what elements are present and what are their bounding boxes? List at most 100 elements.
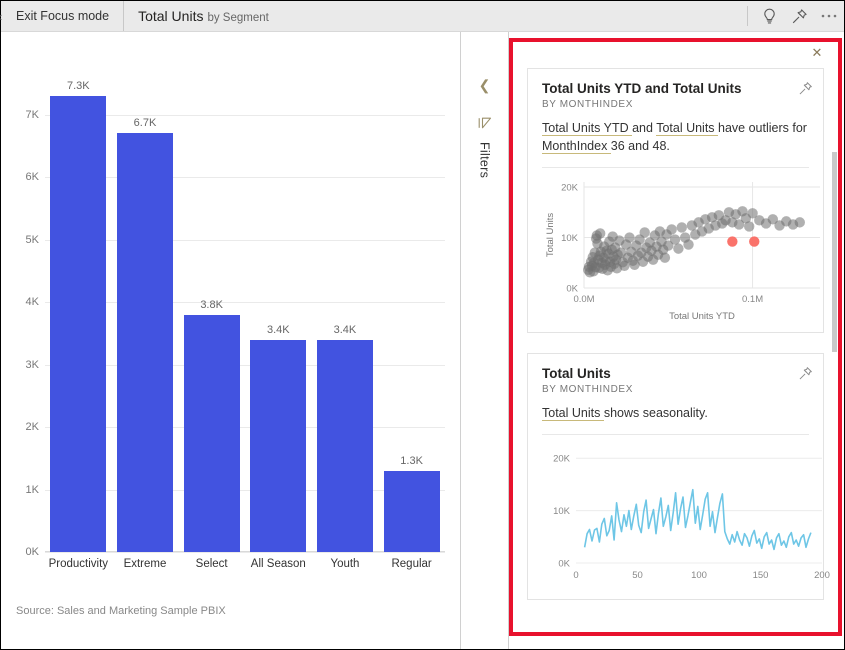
insights-panel-content: ✕ Total Units YTD and Total Units BY MON… — [513, 42, 838, 632]
pin-icon[interactable] — [784, 1, 814, 32]
insights-panel: ✕ Total Units YTD and Total Units BY MON… — [509, 38, 842, 636]
y-axis-tick-label: 5K — [25, 233, 39, 246]
pin-icon[interactable] — [798, 366, 813, 386]
insight-field-link[interactable]: MonthIndex — [542, 139, 611, 155]
filter-icon[interactable] — [478, 116, 492, 134]
x-axis-tick-label: All Season — [250, 558, 306, 570]
bar[interactable] — [383, 470, 440, 552]
scatter-point[interactable] — [639, 227, 650, 238]
bar-chart-plot-area: 0K 1K 2K 3K 4K 5K 6K 7K 7.3K 6.7K 3.8K 3.4K 3.4K 1.3K — [26, 77, 445, 558]
chevron-left-icon[interactable]: ‹ — [0, 9, 8, 24]
bar-series: 7.3K 6.7K 3.8K 3.4K 3.4K 1.3K — [45, 77, 445, 552]
bar-column[interactable]: 6.7K — [115, 77, 175, 552]
scatter-point[interactable] — [594, 228, 606, 239]
bar-value-label: 3.4K — [333, 323, 357, 336]
insight-text: and — [632, 121, 657, 135]
scatter-point[interactable] — [794, 217, 805, 228]
filters-pane-collapsed[interactable]: ❮ Filters — [461, 32, 509, 649]
line-chart-svg: 0K 10K 20K 0 50 100 150 200 — [553, 454, 830, 581]
scatter-point[interactable] — [727, 236, 738, 248]
insight-card[interactable]: Total Units YTD and Total Units BY MONTH… — [527, 68, 824, 334]
line-series[interactable] — [583, 489, 812, 551]
insight-subtitle: BY MONTHINDEX — [542, 384, 633, 396]
svg-text:0.0M: 0.0M — [573, 294, 594, 305]
svg-text:10K: 10K — [553, 506, 571, 517]
pin-icon[interactable] — [798, 81, 813, 101]
svg-text:0.1M: 0.1M — [742, 294, 763, 305]
exit-focus-mode-button[interactable]: Exit Focus mode — [8, 9, 123, 23]
svg-text:20K: 20K — [553, 454, 571, 465]
insight-description: Total Units shows seasonality. — [542, 404, 809, 422]
scatter-point[interactable] — [683, 239, 694, 251]
x-axis-tick-label: Select — [195, 558, 228, 570]
scatter-point[interactable] — [673, 243, 684, 255]
svg-text:0K: 0K — [566, 284, 578, 295]
bar-column[interactable]: 3.8K — [182, 77, 242, 552]
y-axis-tick-label: 0K — [25, 546, 39, 558]
svg-text:Total Units YTD: Total Units YTD — [669, 311, 735, 322]
scatter-point[interactable] — [666, 224, 677, 235]
source-note: Source: Sales and Marketing Sample PBIX — [16, 605, 226, 617]
toolbar-divider-right — [747, 6, 748, 26]
visual-title-suffix: by Segment — [207, 12, 269, 24]
bar[interactable] — [116, 133, 173, 552]
y-axis-tick-label: 2K — [25, 421, 39, 433]
insights-scrollbar[interactable] — [832, 152, 837, 352]
insight-title: Total Units — [542, 366, 611, 382]
scatter-point[interactable] — [744, 221, 755, 232]
scatter-point[interactable] — [669, 234, 681, 245]
y-axis-tick-label: 6K — [25, 171, 39, 183]
bar-value-label: 1.3K — [400, 454, 423, 467]
svg-text:10K: 10K — [561, 233, 579, 244]
scatter-point[interactable] — [659, 252, 671, 264]
bar-column[interactable]: 7.3K — [48, 77, 108, 552]
insight-field-link[interactable]: Total Units — [542, 406, 604, 422]
insight-description: Total Units YTD and Total Units have out… — [542, 119, 809, 155]
insight-field-link[interactable]: Total Units YTD — [542, 121, 633, 136]
scatter-point[interactable] — [624, 232, 635, 243]
x-axis-tick-label: Regular — [391, 558, 432, 570]
main-visual-pane: 0K 1K 2K 3K 4K 5K 6K 7K 7.3K 6.7K 3.8K 3.4K 3.4K 1.3K… — [1, 32, 461, 649]
bar-chart[interactable]: 0K 1K 2K 3K 4K 5K 6K 7K 7.3K 6.7K 3.8K 3.4K 3.4K 1.3K… — [1, 32, 460, 582]
focus-mode-window: ‹ Exit Focus mode Total Unitsby Segment — [0, 0, 845, 650]
card-divider — [542, 167, 809, 169]
svg-text:200: 200 — [814, 570, 830, 581]
insight-field-link[interactable]: Total Units — [656, 121, 719, 136]
bar-value-label: 7.3K — [67, 79, 90, 92]
bar-value-label: 3.8K — [200, 298, 223, 311]
y-axis-tick-label: 4K — [25, 296, 39, 308]
bar-column[interactable]: 3.4K — [315, 77, 375, 552]
y-axis-tick-label: 3K — [25, 358, 39, 371]
bar[interactable] — [250, 339, 307, 552]
line-chart[interactable]: 0K 10K 20K 0 50 100 150 200 — [542, 439, 830, 589]
x-axis-tick-label: Productivity — [48, 558, 109, 570]
bar[interactable] — [316, 339, 373, 552]
bar[interactable] — [50, 95, 107, 552]
bar-value-label: 3.4K — [266, 323, 290, 336]
bar-column[interactable]: 3.4K — [248, 77, 308, 552]
bar-column[interactable]: 1.3K — [382, 77, 442, 552]
insight-card[interactable]: Total Units BY MONTHINDEX Total Units sh… — [527, 353, 830, 601]
insight-subtitle: BY MONTHINDEX — [542, 99, 633, 110]
scatter-point[interactable] — [749, 236, 760, 248]
close-icon[interactable]: ✕ — [808, 44, 826, 62]
ellipsis-icon[interactable] — [814, 1, 844, 32]
top-toolbar: ‹ Exit Focus mode Total Unitsby Segment — [0, 1, 844, 32]
lightbulb-icon[interactable] — [754, 1, 784, 32]
y-axis-tick-label: 7K — [25, 108, 39, 121]
chevron-left-icon[interactable]: ❮ — [479, 77, 491, 94]
bar[interactable] — [183, 314, 240, 552]
toolbar-actions — [741, 1, 844, 32]
x-axis-tick-label: Youth — [330, 558, 360, 570]
card-divider — [542, 434, 809, 436]
svg-text:0: 0 — [573, 570, 578, 581]
scatter-chart[interactable]: 0K 10K 20K 0.0M 0.1M Total Units YTD Total Uni… — [542, 172, 820, 322]
y-axis-tick-label: 1K — [25, 483, 39, 496]
scatter-point[interactable] — [676, 222, 687, 233]
insight-title: Total Units YTD and Total Units — [542, 81, 742, 96]
svg-text:0K: 0K — [558, 559, 570, 570]
x-axis-tick-label: Extreme — [123, 558, 167, 570]
svg-text:Total Units: Total Units — [545, 213, 556, 258]
insight-text: 36 and 48. — [610, 139, 670, 154]
visual-title: Total Units by Segment — [124, 8, 269, 24]
